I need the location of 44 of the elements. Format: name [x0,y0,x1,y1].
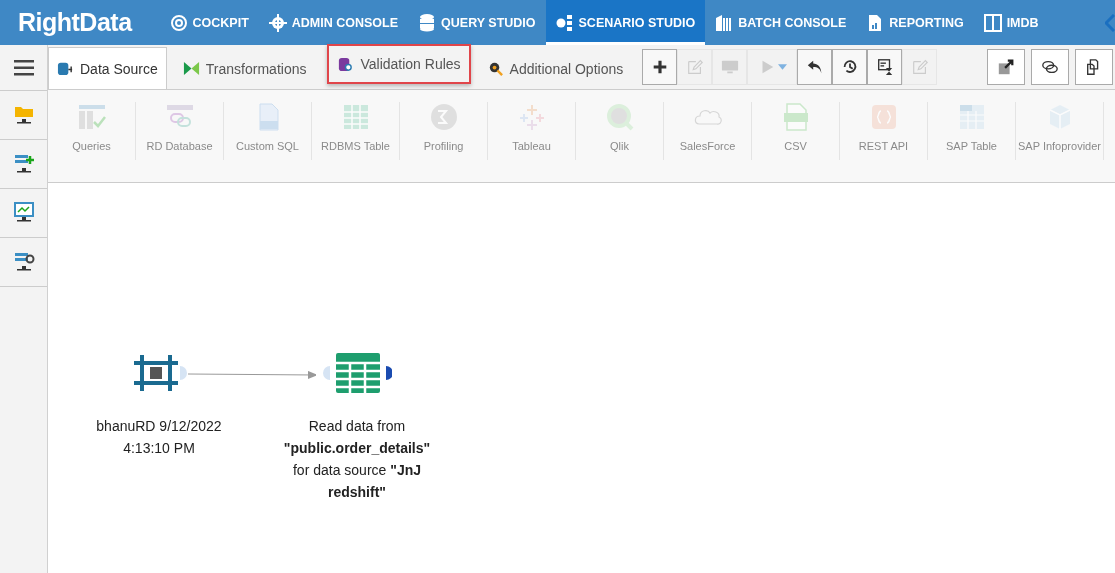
query-icon [76,102,107,132]
node-label: bhanuRD 9/12/2022 4:13:10 PM [95,417,223,458]
schedule-icon [875,58,894,76]
nav-item[interactable]: SCENARIO STUDIO [545,0,706,45]
list-gear-icon[interactable] [12,251,35,273]
cylinder-plug-icon [57,60,74,77]
bowtie-icon [182,60,200,77]
tab[interactable]: Additional Options [476,48,634,89]
logo[interactable]: RightData [18,0,132,45]
building-icon [715,13,734,32]
pencil-icon [685,58,704,76]
nav-item[interactable]: ADMIN CONSOLE [258,0,409,45]
folder-icon[interactable] [12,104,35,126]
history-button[interactable] [832,49,868,85]
chat-icon [1041,58,1059,76]
tab[interactable]: Transformations [172,48,317,89]
chart-monitor-icon[interactable] [12,202,35,224]
schedule-button[interactable] [867,49,903,85]
nav-item[interactable]: BATCH CONSOLE [705,0,857,45]
menu-icon[interactable] [13,59,34,76]
popout-icon [997,58,1015,76]
flow-icon [555,13,574,32]
add-button[interactable] [642,49,678,85]
caret-icon [777,64,787,70]
monitor-icon [720,58,739,76]
target-icon [169,13,188,32]
pencil-icon [910,58,929,76]
copy-button[interactable] [1075,49,1113,85]
nav-item[interactable]: REPORTING [856,0,974,45]
comments-button[interactable] [1031,49,1069,85]
search-circle-icon [604,102,635,132]
nav-item[interactable]: QUERY STUDIO [408,0,546,45]
popout-button[interactable] [987,49,1025,85]
sigma-icon [428,102,459,132]
tab[interactable]: Validation Rules [327,44,471,84]
columns-icon [983,13,1002,32]
node-label: Read data from "public.order_details" for data source "JnJ redshift" [282,417,432,502]
cylinder-search-icon [337,55,355,73]
tab[interactable]: Data Source [48,47,167,89]
undo-button[interactable] [797,49,833,85]
add-list-icon[interactable] [12,153,35,175]
database-icon [418,13,437,32]
nav-item[interactable]: COCKPIT [159,0,259,45]
nav-item[interactable]: IMDB [973,0,1049,45]
